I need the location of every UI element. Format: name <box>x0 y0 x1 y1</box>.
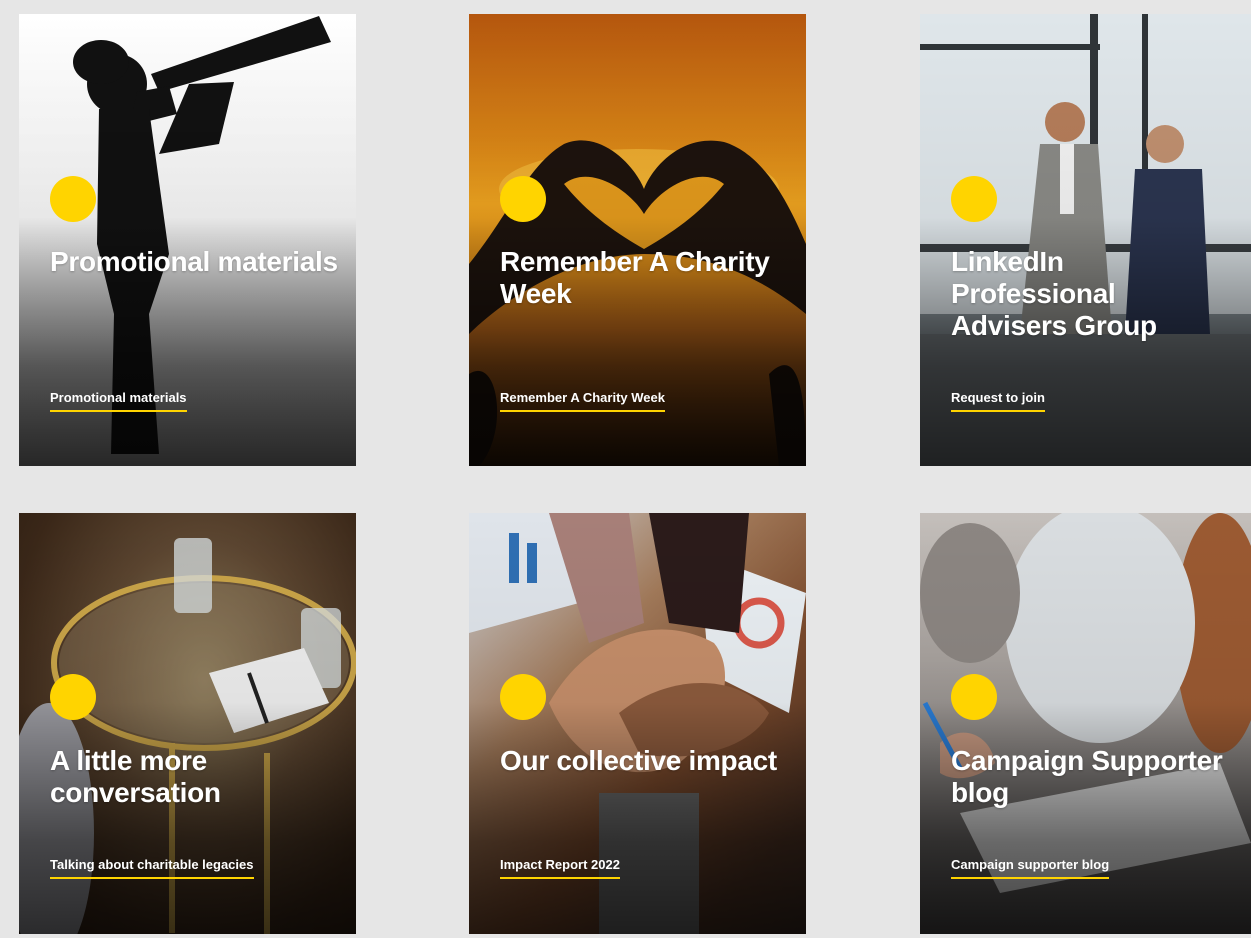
card-a-little-more-conversation[interactable]: A little more conversation Talking about… <box>19 513 356 934</box>
card-link[interactable]: Promotional materials <box>50 390 187 412</box>
card-linkedin-advisers-group[interactable]: LinkedIn Professional Advisers Group Req… <box>920 14 1251 466</box>
card-title: Our collective impact <box>500 745 777 776</box>
yellow-dot-icon <box>951 674 997 720</box>
card-campaign-supporter-blog[interactable]: Campaign Supporter blog Campaign support… <box>920 513 1251 934</box>
yellow-dot-icon <box>50 176 96 222</box>
card-link[interactable]: Talking about charitable legacies <box>50 857 254 879</box>
card-title: A little more conversation <box>50 745 221 808</box>
card-title: LinkedIn Professional Advisers Group <box>951 246 1157 341</box>
card-link[interactable]: Impact Report 2022 <box>500 857 620 879</box>
card-title: Promotional materials <box>50 246 338 277</box>
card-link[interactable]: Remember A Charity Week <box>500 390 665 412</box>
card-remember-a-charity-week[interactable]: Remember A Charity Week Remember A Chari… <box>469 14 806 466</box>
yellow-dot-icon <box>500 674 546 720</box>
yellow-dot-icon <box>500 176 546 222</box>
yellow-dot-icon <box>50 674 96 720</box>
card-link[interactable]: Request to join <box>951 390 1045 412</box>
card-title: Campaign Supporter blog <box>951 745 1223 808</box>
card-title: Remember A Charity Week <box>500 246 770 309</box>
card-our-collective-impact[interactable]: Our collective impact Impact Report 2022 <box>469 513 806 934</box>
yellow-dot-icon <box>951 176 997 222</box>
card-link[interactable]: Campaign supporter blog <box>951 857 1110 879</box>
card-promotional-materials[interactable]: Promotional materials Promotional materi… <box>19 14 356 466</box>
